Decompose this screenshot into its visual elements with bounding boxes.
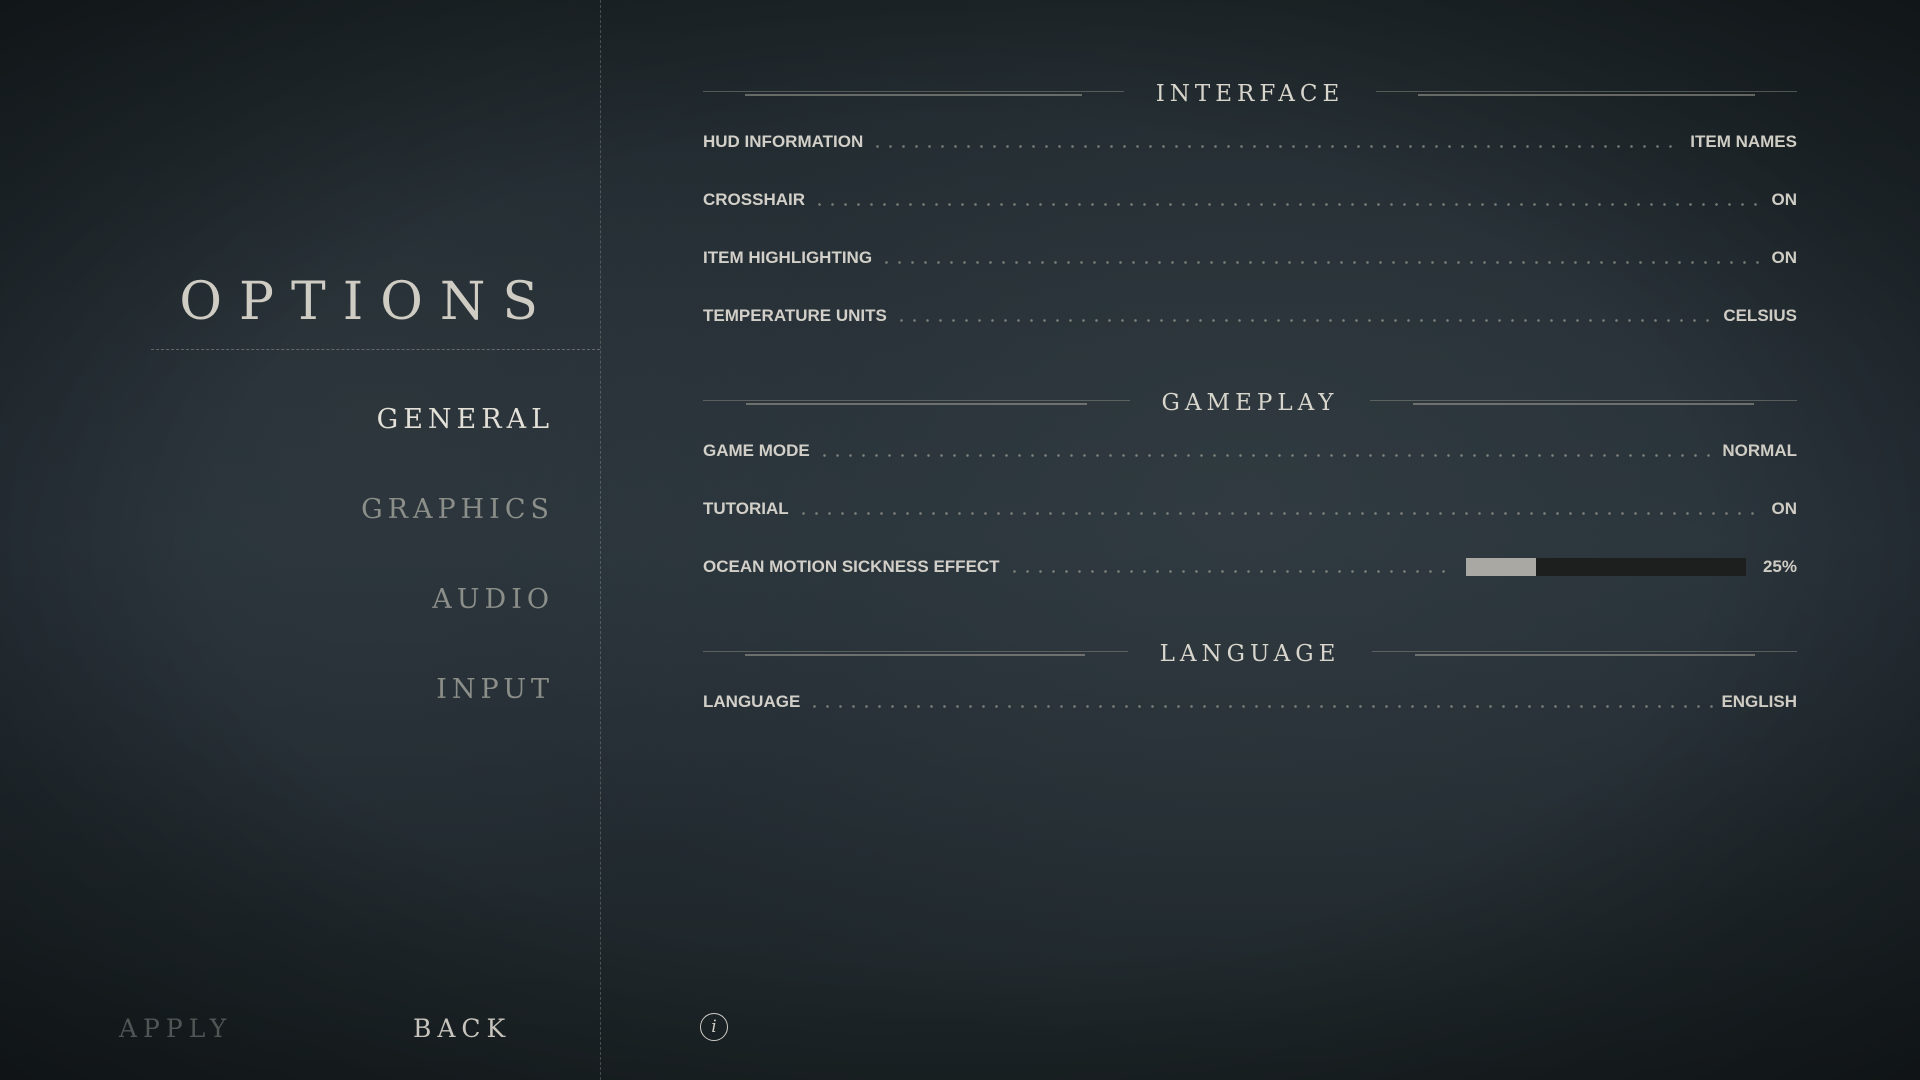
- dot-leader: [817, 453, 1715, 457]
- menu-item-audio[interactable]: AUDIO: [432, 586, 554, 613]
- setting-label: LANGUAGE: [703, 692, 801, 711]
- setting-row-tutorial[interactable]: TUTORIAL ON: [703, 494, 1797, 524]
- dot-leader: [796, 511, 1764, 515]
- dot-leader: [894, 318, 1716, 322]
- page-title: OPTIONS: [179, 272, 555, 332]
- header-ornament-left: [703, 650, 1128, 658]
- setting-value[interactable]: ON: [1772, 499, 1798, 519]
- ocean-motion-slider[interactable]: [1465, 558, 1746, 576]
- setting-label: TUTORIAL: [703, 499, 789, 518]
- header-ornament-right: [1372, 650, 1797, 658]
- vignette-overlay: [0, 0, 1920, 1080]
- menu-item-graphics[interactable]: GRAPHICS: [361, 496, 554, 523]
- dot-leader: [871, 144, 1683, 148]
- header-ornament-right: [1370, 399, 1797, 407]
- slider-fill: [1465, 558, 1536, 576]
- setting-value[interactable]: ITEM NAMES: [1690, 132, 1797, 152]
- setting-value[interactable]: ON: [1772, 190, 1798, 210]
- header-ornament-left: [703, 90, 1124, 98]
- section-header-interface: INTERFACE: [703, 74, 1797, 114]
- info-glyph: i: [711, 1017, 717, 1037]
- setting-label: CROSSHAIR: [703, 190, 806, 209]
- options-screen: OPTIONS GENERAL GRAPHICS AUDIO INPUT APP…: [0, 0, 1920, 1080]
- setting-row-item-highlighting[interactable]: ITEM HIGHLIGHTING ON: [703, 243, 1797, 273]
- setting-label: ITEM HIGHLIGHTING: [703, 248, 873, 267]
- setting-row-temperature-units[interactable]: TEMPERATURE UNITS CELSIUS: [703, 301, 1797, 331]
- dot-leader: [813, 202, 1764, 206]
- section-header-language: LANGUAGE: [703, 634, 1797, 674]
- setting-value[interactable]: CELSIUS: [1723, 306, 1797, 326]
- header-ornament-left: [703, 399, 1130, 407]
- section-title-interface: INTERFACE: [1155, 81, 1345, 107]
- title-divider: [151, 349, 600, 350]
- setting-value[interactable]: ENGLISH: [1721, 692, 1797, 712]
- dot-leader: [808, 704, 1714, 708]
- menu-item-input[interactable]: INPUT: [436, 676, 554, 703]
- setting-label: OCEAN MOTION SICKNESS EFFECT: [703, 557, 1000, 576]
- setting-row-hud-information[interactable]: HUD INFORMATION ITEM NAMES: [703, 127, 1797, 157]
- setting-value: 25%: [1762, 557, 1797, 576]
- section-title-gameplay: GAMEPLAY: [1161, 390, 1339, 416]
- setting-label: TEMPERATURE UNITS: [703, 306, 887, 325]
- setting-value[interactable]: ON: [1772, 248, 1798, 268]
- setting-row-game-mode[interactable]: GAME MODE NORMAL: [703, 436, 1797, 466]
- setting-row-crosshair[interactable]: CROSSHAIR ON: [703, 185, 1797, 215]
- section-title-language: LANGUAGE: [1159, 641, 1341, 667]
- header-ornament-right: [1376, 90, 1797, 98]
- setting-row-ocean-motion-sickness[interactable]: OCEAN MOTION SICKNESS EFFECT 25%: [703, 552, 1797, 582]
- info-icon[interactable]: i: [700, 1013, 728, 1041]
- section-header-gameplay: GAMEPLAY: [703, 383, 1797, 423]
- back-button[interactable]: BACK: [413, 1016, 511, 1041]
- panel-divider: [600, 0, 601, 1080]
- dot-leader: [880, 260, 1764, 264]
- menu-item-general[interactable]: GENERAL: [377, 406, 554, 433]
- setting-row-language[interactable]: LANGUAGE ENGLISH: [703, 687, 1797, 717]
- apply-button[interactable]: APPLY: [119, 1016, 232, 1041]
- dot-leader: [1007, 569, 1454, 573]
- setting-label: GAME MODE: [703, 441, 810, 460]
- setting-label: HUD INFORMATION: [703, 132, 864, 151]
- setting-value[interactable]: NORMAL: [1722, 441, 1797, 461]
